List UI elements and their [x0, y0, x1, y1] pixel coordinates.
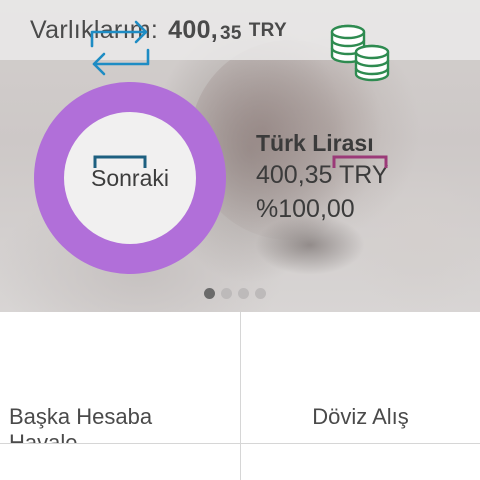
grid-divider-vertical: [240, 312, 241, 480]
asset-percent: %100,00: [256, 195, 355, 223]
transfer-to-other-account-button[interactable]: Başka Hesaba Havale: [0, 312, 240, 443]
page-dot-4[interactable]: [255, 288, 266, 299]
transfer-arrows-icon: [90, 20, 150, 76]
allocation-donut-chart[interactable]: Sonraki: [34, 82, 226, 274]
portfolio-hero: Varlıklarım: 400, 35 TRY Sonraki Türk Lir…: [0, 0, 480, 312]
asset-details: Türk Lirası 400,35 TRY %100,00: [256, 128, 389, 226]
page-indicator[interactable]: [204, 288, 266, 299]
document-icon: [93, 155, 147, 168]
action-button-4[interactable]: [241, 444, 480, 480]
actions-grid: Başka Hesaba Havale Döviz Alış: [0, 312, 480, 480]
assets-amount-decimals: 35: [220, 22, 242, 44]
coins-stack-icon: [330, 24, 390, 82]
transfer-label-line2: Havale: [9, 430, 78, 443]
page-dot-1[interactable]: [204, 288, 215, 299]
next-button[interactable]: Sonraki: [91, 165, 169, 192]
transfer-label: Başka Hesaba Havale: [9, 404, 229, 443]
action-button-3[interactable]: [0, 444, 240, 480]
assets-amount: 400, 35: [168, 16, 242, 45]
document-icon: [332, 155, 388, 168]
transfer-label-line1: Başka Hesaba: [9, 404, 153, 429]
assets-summary-bar: Varlıklarım: 400, 35 TRY: [0, 0, 480, 60]
currency-buy-label: Döviz Alış: [312, 404, 409, 429]
assets-currency: TRY: [248, 20, 287, 41]
currency-buy-button[interactable]: Döviz Alış: [241, 312, 480, 443]
donut-center[interactable]: Sonraki: [64, 112, 196, 244]
page-dot-2[interactable]: [221, 288, 232, 299]
page-dot-3[interactable]: [238, 288, 249, 299]
grid-divider-horizontal: [0, 443, 480, 444]
assets-amount-integer: 400,: [168, 15, 219, 44]
